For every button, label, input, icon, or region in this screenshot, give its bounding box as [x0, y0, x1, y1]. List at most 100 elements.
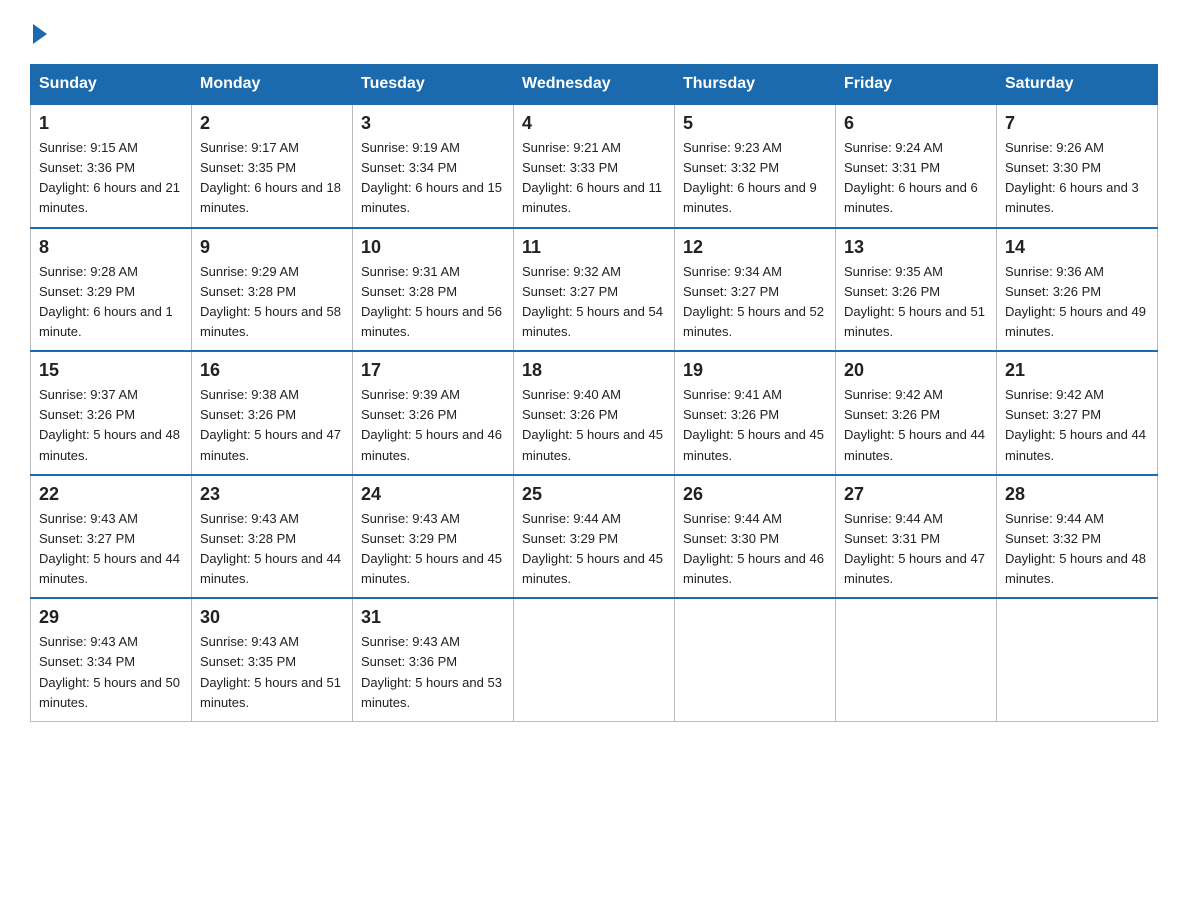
- day-number: 26: [683, 484, 827, 505]
- calendar-week-row: 8 Sunrise: 9:28 AMSunset: 3:29 PMDayligh…: [31, 228, 1158, 352]
- day-info: Sunrise: 9:31 AMSunset: 3:28 PMDaylight:…: [361, 264, 502, 339]
- day-info: Sunrise: 9:43 AMSunset: 3:29 PMDaylight:…: [361, 511, 502, 586]
- calendar-cell: 7 Sunrise: 9:26 AMSunset: 3:30 PMDayligh…: [997, 104, 1158, 228]
- calendar-cell: 11 Sunrise: 9:32 AMSunset: 3:27 PMDaylig…: [514, 228, 675, 352]
- calendar-cell: 5 Sunrise: 9:23 AMSunset: 3:32 PMDayligh…: [675, 104, 836, 228]
- day-number: 5: [683, 113, 827, 134]
- calendar-cell: 19 Sunrise: 9:41 AMSunset: 3:26 PMDaylig…: [675, 351, 836, 475]
- day-number: 31: [361, 607, 505, 628]
- calendar-cell: 10 Sunrise: 9:31 AMSunset: 3:28 PMDaylig…: [353, 228, 514, 352]
- calendar-cell: 15 Sunrise: 9:37 AMSunset: 3:26 PMDaylig…: [31, 351, 192, 475]
- day-info: Sunrise: 9:43 AMSunset: 3:34 PMDaylight:…: [39, 634, 180, 709]
- day-number: 30: [200, 607, 344, 628]
- calendar-cell: 14 Sunrise: 9:36 AMSunset: 3:26 PMDaylig…: [997, 228, 1158, 352]
- calendar-cell: 23 Sunrise: 9:43 AMSunset: 3:28 PMDaylig…: [192, 475, 353, 599]
- day-info: Sunrise: 9:32 AMSunset: 3:27 PMDaylight:…: [522, 264, 663, 339]
- day-info: Sunrise: 9:21 AMSunset: 3:33 PMDaylight:…: [522, 140, 662, 215]
- weekday-header-tuesday: Tuesday: [353, 65, 514, 105]
- day-number: 27: [844, 484, 988, 505]
- calendar-cell: 12 Sunrise: 9:34 AMSunset: 3:27 PMDaylig…: [675, 228, 836, 352]
- day-number: 11: [522, 237, 666, 258]
- logo-arrow-icon: [33, 24, 47, 44]
- day-number: 8: [39, 237, 183, 258]
- calendar-cell: 27 Sunrise: 9:44 AMSunset: 3:31 PMDaylig…: [836, 475, 997, 599]
- day-info: Sunrise: 9:43 AMSunset: 3:27 PMDaylight:…: [39, 511, 180, 586]
- day-number: 15: [39, 360, 183, 381]
- day-info: Sunrise: 9:26 AMSunset: 3:30 PMDaylight:…: [1005, 140, 1139, 215]
- day-number: 16: [200, 360, 344, 381]
- calendar-cell: [836, 598, 997, 721]
- day-info: Sunrise: 9:17 AMSunset: 3:35 PMDaylight:…: [200, 140, 341, 215]
- day-info: Sunrise: 9:35 AMSunset: 3:26 PMDaylight:…: [844, 264, 985, 339]
- day-number: 28: [1005, 484, 1149, 505]
- calendar-week-row: 15 Sunrise: 9:37 AMSunset: 3:26 PMDaylig…: [31, 351, 1158, 475]
- day-number: 24: [361, 484, 505, 505]
- calendar-cell: 1 Sunrise: 9:15 AMSunset: 3:36 PMDayligh…: [31, 104, 192, 228]
- calendar-cell: 2 Sunrise: 9:17 AMSunset: 3:35 PMDayligh…: [192, 104, 353, 228]
- day-number: 7: [1005, 113, 1149, 134]
- day-number: 19: [683, 360, 827, 381]
- day-number: 10: [361, 237, 505, 258]
- calendar-cell: 21 Sunrise: 9:42 AMSunset: 3:27 PMDaylig…: [997, 351, 1158, 475]
- calendar-cell: 30 Sunrise: 9:43 AMSunset: 3:35 PMDaylig…: [192, 598, 353, 721]
- day-info: Sunrise: 9:40 AMSunset: 3:26 PMDaylight:…: [522, 387, 663, 462]
- day-info: Sunrise: 9:44 AMSunset: 3:30 PMDaylight:…: [683, 511, 824, 586]
- page-header: [30, 20, 1158, 44]
- day-number: 23: [200, 484, 344, 505]
- calendar-cell: 28 Sunrise: 9:44 AMSunset: 3:32 PMDaylig…: [997, 475, 1158, 599]
- calendar-cell: [514, 598, 675, 721]
- calendar-cell: 13 Sunrise: 9:35 AMSunset: 3:26 PMDaylig…: [836, 228, 997, 352]
- calendar-week-row: 29 Sunrise: 9:43 AMSunset: 3:34 PMDaylig…: [31, 598, 1158, 721]
- day-info: Sunrise: 9:23 AMSunset: 3:32 PMDaylight:…: [683, 140, 817, 215]
- day-number: 18: [522, 360, 666, 381]
- day-info: Sunrise: 9:28 AMSunset: 3:29 PMDaylight:…: [39, 264, 173, 339]
- day-info: Sunrise: 9:38 AMSunset: 3:26 PMDaylight:…: [200, 387, 341, 462]
- day-info: Sunrise: 9:29 AMSunset: 3:28 PMDaylight:…: [200, 264, 341, 339]
- weekday-header-thursday: Thursday: [675, 65, 836, 105]
- day-number: 1: [39, 113, 183, 134]
- day-info: Sunrise: 9:24 AMSunset: 3:31 PMDaylight:…: [844, 140, 978, 215]
- day-number: 13: [844, 237, 988, 258]
- calendar-cell: 22 Sunrise: 9:43 AMSunset: 3:27 PMDaylig…: [31, 475, 192, 599]
- calendar-cell: 24 Sunrise: 9:43 AMSunset: 3:29 PMDaylig…: [353, 475, 514, 599]
- calendar-cell: 18 Sunrise: 9:40 AMSunset: 3:26 PMDaylig…: [514, 351, 675, 475]
- day-number: 9: [200, 237, 344, 258]
- calendar-cell: 29 Sunrise: 9:43 AMSunset: 3:34 PMDaylig…: [31, 598, 192, 721]
- day-number: 14: [1005, 237, 1149, 258]
- day-info: Sunrise: 9:19 AMSunset: 3:34 PMDaylight:…: [361, 140, 502, 215]
- calendar-cell: 3 Sunrise: 9:19 AMSunset: 3:34 PMDayligh…: [353, 104, 514, 228]
- calendar-cell: 9 Sunrise: 9:29 AMSunset: 3:28 PMDayligh…: [192, 228, 353, 352]
- logo: [30, 20, 47, 44]
- calendar-cell: 16 Sunrise: 9:38 AMSunset: 3:26 PMDaylig…: [192, 351, 353, 475]
- calendar-cell: 31 Sunrise: 9:43 AMSunset: 3:36 PMDaylig…: [353, 598, 514, 721]
- calendar-cell: 4 Sunrise: 9:21 AMSunset: 3:33 PMDayligh…: [514, 104, 675, 228]
- day-info: Sunrise: 9:44 AMSunset: 3:29 PMDaylight:…: [522, 511, 663, 586]
- day-info: Sunrise: 9:43 AMSunset: 3:36 PMDaylight:…: [361, 634, 502, 709]
- day-info: Sunrise: 9:43 AMSunset: 3:35 PMDaylight:…: [200, 634, 341, 709]
- day-info: Sunrise: 9:43 AMSunset: 3:28 PMDaylight:…: [200, 511, 341, 586]
- weekday-header-wednesday: Wednesday: [514, 65, 675, 105]
- day-number: 3: [361, 113, 505, 134]
- calendar-cell: [997, 598, 1158, 721]
- day-number: 21: [1005, 360, 1149, 381]
- day-number: 25: [522, 484, 666, 505]
- day-info: Sunrise: 9:42 AMSunset: 3:27 PMDaylight:…: [1005, 387, 1146, 462]
- calendar-cell: 8 Sunrise: 9:28 AMSunset: 3:29 PMDayligh…: [31, 228, 192, 352]
- calendar-cell: [675, 598, 836, 721]
- day-number: 22: [39, 484, 183, 505]
- day-number: 17: [361, 360, 505, 381]
- day-number: 6: [844, 113, 988, 134]
- day-info: Sunrise: 9:36 AMSunset: 3:26 PMDaylight:…: [1005, 264, 1146, 339]
- day-info: Sunrise: 9:41 AMSunset: 3:26 PMDaylight:…: [683, 387, 824, 462]
- calendar-week-row: 1 Sunrise: 9:15 AMSunset: 3:36 PMDayligh…: [31, 104, 1158, 228]
- day-number: 4: [522, 113, 666, 134]
- weekday-header-friday: Friday: [836, 65, 997, 105]
- calendar-cell: 17 Sunrise: 9:39 AMSunset: 3:26 PMDaylig…: [353, 351, 514, 475]
- weekday-header-sunday: Sunday: [31, 65, 192, 105]
- calendar-cell: 26 Sunrise: 9:44 AMSunset: 3:30 PMDaylig…: [675, 475, 836, 599]
- calendar-cell: 25 Sunrise: 9:44 AMSunset: 3:29 PMDaylig…: [514, 475, 675, 599]
- day-number: 29: [39, 607, 183, 628]
- calendar-table: SundayMondayTuesdayWednesdayThursdayFrid…: [30, 64, 1158, 722]
- calendar-cell: 20 Sunrise: 9:42 AMSunset: 3:26 PMDaylig…: [836, 351, 997, 475]
- day-info: Sunrise: 9:44 AMSunset: 3:31 PMDaylight:…: [844, 511, 985, 586]
